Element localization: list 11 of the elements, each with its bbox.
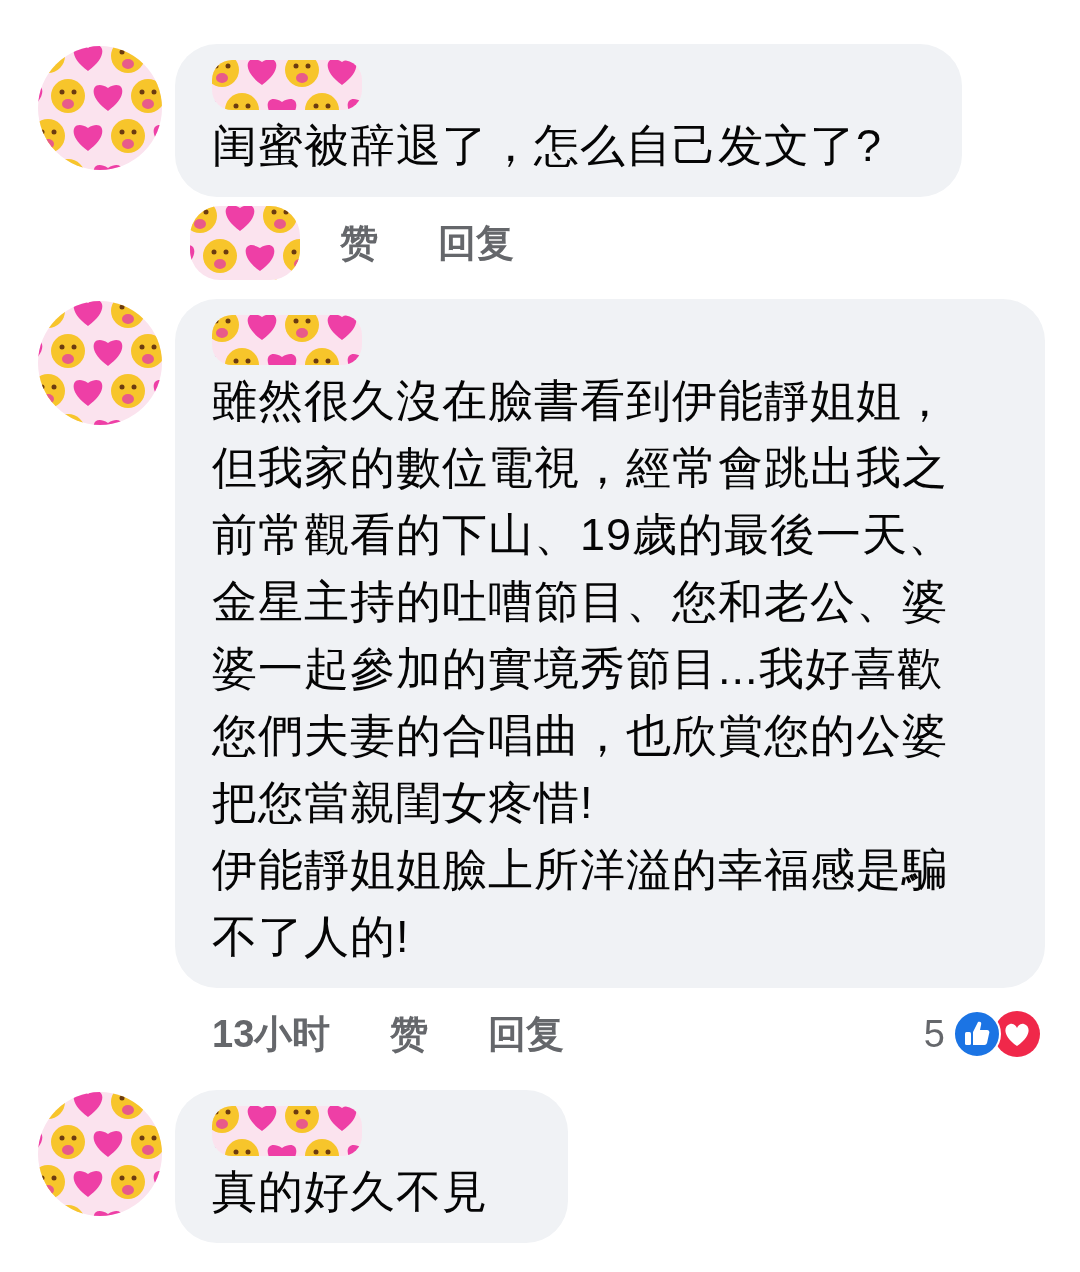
- comment-text: 雖然很久沒在臉書看到伊能靜姐姐，但我家的數位電視，經常會跳出我之前常觀看的下山、19歲的最後一天、金星主持的吐嘈節目、您和老公、婆婆一起參加的實境秀節目...我好喜歡您們夫妻的合唱曲，也欣賞您的公婆把您當親閨女疼惜!: [212, 374, 956, 830]
- comment-text: 伊能靜姐姐臉上所洋溢的幸福感是騙不了人的!: [212, 843, 949, 964]
- time-label: 13小时: [212, 1011, 331, 1057]
- reply-link[interactable]: 回复: [438, 214, 514, 272]
- like-link[interactable]: 赞: [340, 214, 378, 272]
- reply-link[interactable]: 回复: [488, 1005, 565, 1063]
- thumbs-up-icon: [953, 1010, 1001, 1058]
- comment-text: 真的好久不見: [212, 1165, 488, 1219]
- reaction-count: 5: [923, 1011, 945, 1057]
- comment-text: 闺蜜被辞退了，怎么自己发文了?: [212, 119, 883, 173]
- like-link[interactable]: 赞: [390, 1005, 429, 1063]
